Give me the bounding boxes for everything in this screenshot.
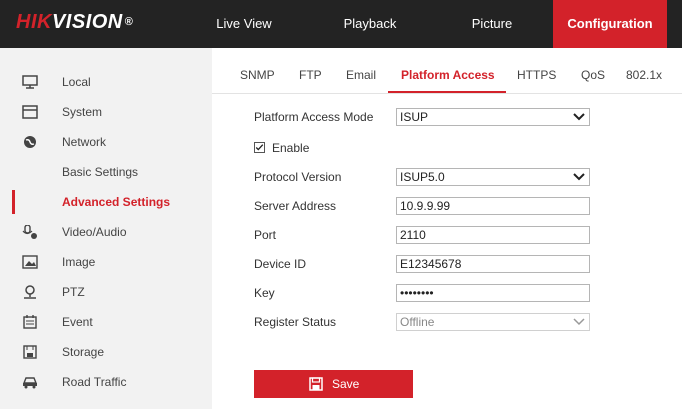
sidebar-item-label: PTZ [62,285,85,299]
device-id-input[interactable] [396,255,590,273]
chevron-down-icon [573,173,585,181]
brand-logo-hik: HIK [16,11,52,33]
sidebar-item-event[interactable]: Event [0,307,212,337]
sidebar-item-road-traffic[interactable]: Road Traffic [0,367,212,397]
tab-snmp[interactable]: SNMP [240,68,275,82]
register-status-select: Offline [396,313,590,331]
port-input[interactable] [396,226,590,244]
chevron-down-icon [573,318,585,326]
sidebar-item-network[interactable]: Network [0,127,212,157]
image-icon [22,255,38,269]
nav-picture[interactable]: Picture [462,0,522,48]
ptz-camera-icon [24,285,36,299]
chevron-down-icon [573,113,585,121]
sidebar: Local System Network Basic Settings Adva… [0,48,212,409]
server-address-input[interactable] [396,197,590,215]
access-mode-value: ISUP [400,110,429,124]
monitor-icon [22,75,38,89]
sidebar-item-label: Event [62,315,93,329]
port-label: Port [254,228,277,242]
server-address-label: Server Address [254,199,337,213]
register-status-label: Register Status [254,315,337,329]
tab-https[interactable]: HTTPS [517,68,556,82]
nav-live-view[interactable]: Live View [214,0,274,48]
globe-icon [24,136,36,148]
sidebar-item-advanced-settings[interactable]: Advanced Settings [0,187,212,217]
sidebar-item-label: Network [62,135,107,149]
nav-playback[interactable]: Playback [340,0,400,48]
access-mode-select[interactable]: ISUP [396,108,590,126]
main-panel: SNMP FTP Email Platform Access HTTPS QoS… [212,48,682,409]
sidebar-item-label: System [62,105,103,119]
sidebar-item-basic-settings[interactable]: Basic Settings [0,157,212,187]
disk-icon [23,345,37,359]
active-tab-indicator [388,91,506,93]
sidebar-item-label: Local [62,75,91,89]
access-mode-label: Platform Access Mode [254,110,374,124]
sidebar-item-label: Image [62,255,96,269]
tab-8021x[interactable]: 802.1x [626,68,662,82]
enable-checkbox[interactable] [254,142,265,153]
check-icon [255,144,264,151]
sidebar-item-image[interactable]: Image [0,247,212,277]
save-button[interactable]: Save [254,370,413,398]
microphone-camera-icon [22,225,37,239]
protocol-version-select[interactable]: ISUP5.0 [396,168,590,186]
brand-logo: HIKVISION ® [16,9,133,35]
brand-logo-vision: VISION [51,11,123,33]
sidebar-item-label: Storage [62,345,105,359]
sidebar-item-label: Road Traffic [62,375,127,389]
key-label: Key [254,286,275,300]
sidebar-item-storage[interactable]: Storage [0,337,212,367]
sidebar-item-label: Video/Audio [62,225,127,239]
sidebar-item-system[interactable]: System [0,97,212,127]
save-icon [309,377,323,391]
enable-label: Enable [272,141,310,155]
calendar-icon [23,315,37,329]
protocol-version-value: ISUP5.0 [400,170,445,184]
device-id-label: Device ID [254,257,307,271]
sidebar-item-ptz[interactable]: PTZ [0,277,212,307]
window-icon [22,105,38,119]
brand-logo-reg: ® [124,16,134,28]
car-icon [22,377,38,389]
tab-bar: SNMP FTP Email Platform Access HTTPS QoS… [212,48,682,94]
tab-email[interactable]: Email [346,68,376,82]
save-button-label: Save [332,377,360,391]
register-status-value: Offline [400,315,435,329]
sidebar-item-label: Basic Settings [62,165,139,179]
key-input[interactable]: •••••••• [396,284,590,302]
tab-ftp[interactable]: FTP [299,68,322,82]
tab-qos[interactable]: QoS [581,68,605,82]
sidebar-item-video-audio[interactable]: Video/Audio [0,217,212,247]
sidebar-item-label: Advanced Settings [62,195,171,209]
nav-configuration[interactable]: Configuration [553,0,667,48]
tab-platform-access[interactable]: Platform Access [401,68,495,82]
sidebar-item-local[interactable]: Local [0,67,212,97]
protocol-version-label: Protocol Version [254,170,342,184]
top-bar: HIKVISION ® Live View Playback Picture Co… [0,0,682,48]
